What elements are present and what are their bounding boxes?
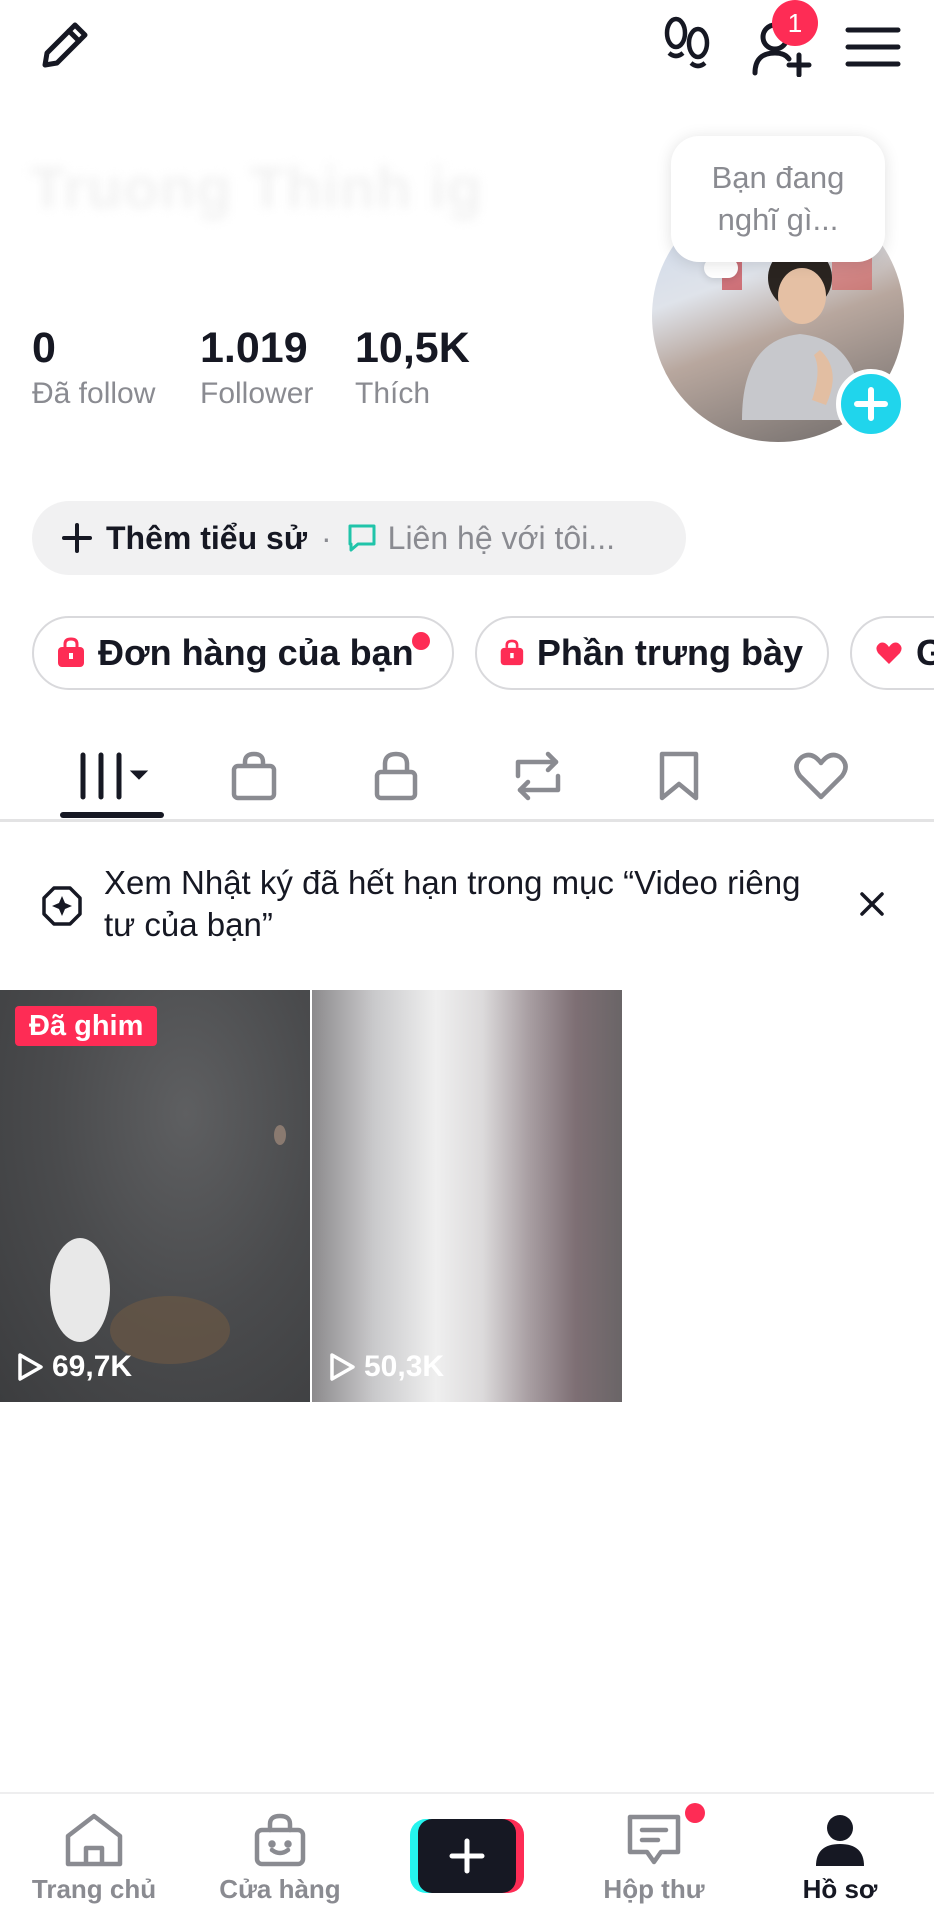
thought-bubble-line2: nghĩ gì... bbox=[717, 202, 839, 237]
profile-name: Truong Thinh ig bbox=[30, 156, 484, 221]
chip-partial[interactable]: G bbox=[850, 616, 934, 690]
create-button[interactable] bbox=[410, 1819, 524, 1893]
repost-icon bbox=[515, 751, 561, 801]
close-icon[interactable] bbox=[858, 890, 886, 918]
nav-home-label: Trang chủ bbox=[31, 1874, 157, 1904]
stat-following-value: 0 bbox=[32, 324, 56, 372]
add-bio-label[interactable]: Thêm tiểu sử bbox=[106, 520, 307, 557]
nav-inbox[interactable]: Hộp thư bbox=[574, 1812, 734, 1905]
video-thumbnail[interactable] bbox=[312, 990, 622, 1402]
contact-label[interactable]: Liên hệ với tôi... bbox=[388, 520, 615, 557]
video-views-count: 50,3K bbox=[364, 1350, 445, 1383]
video-1-preview bbox=[50, 1125, 286, 1364]
video-views: 69,7K bbox=[16, 1350, 132, 1384]
notice-text: Xem Nhật ký đã hết hạn trong mục “Video … bbox=[104, 864, 801, 943]
diary-sparkle-icon bbox=[42, 886, 82, 926]
nav-profile-label: Hồ sơ bbox=[802, 1874, 878, 1904]
tab-liked[interactable] bbox=[750, 728, 892, 824]
shopping-bag-icon bbox=[231, 751, 277, 801]
play-icon bbox=[330, 1353, 355, 1381]
thought-bubble-line1: Bạn đang bbox=[711, 160, 845, 195]
add-avatar-plus-icon[interactable] bbox=[836, 369, 906, 439]
tab-active-indicator bbox=[60, 812, 164, 818]
shopping-bag-icon bbox=[58, 637, 84, 667]
footprints-icon[interactable] bbox=[652, 10, 722, 80]
stat-following-label: Đã follow bbox=[32, 377, 156, 410]
chip-orders-label: Đơn hàng của bạn bbox=[98, 632, 414, 673]
stat-likes-label: Thích bbox=[355, 377, 431, 410]
top-bar: 1 bbox=[0, 0, 934, 90]
chip-partial-label: G bbox=[915, 632, 934, 673]
edit-pencil-icon[interactable] bbox=[30, 10, 100, 80]
play-icon bbox=[18, 1353, 43, 1381]
friends-badge: 1 bbox=[772, 0, 818, 46]
content-tabs bbox=[0, 728, 934, 824]
pinned-badge: Đã ghim bbox=[15, 1006, 158, 1046]
menu-icon[interactable] bbox=[838, 12, 908, 82]
chip-orders[interactable]: Đơn hàng của bạn bbox=[32, 616, 454, 690]
tab-videos[interactable] bbox=[42, 728, 184, 824]
stat-followers-value: 1.019 bbox=[200, 324, 308, 372]
tab-reposts[interactable] bbox=[467, 728, 609, 824]
shopping-bag-icon bbox=[254, 1813, 306, 1867]
video-views-count: 69,7K bbox=[52, 1350, 133, 1383]
thought-bubble[interactable]: Bạn đang nghĩ gì... bbox=[671, 136, 885, 262]
bio-separator: · bbox=[320, 519, 332, 556]
plus-icon bbox=[62, 523, 92, 553]
heart-icon bbox=[794, 752, 848, 800]
nav-shop[interactable]: Cửa hàng bbox=[200, 1812, 360, 1905]
chat-bubble-icon bbox=[348, 524, 376, 552]
bio-pill[interactable]: Thêm tiểu sử · Liên hệ với tôi... bbox=[32, 501, 686, 575]
chip-orders-dot bbox=[412, 632, 430, 650]
nav-inbox-label: Hộp thư bbox=[603, 1874, 705, 1904]
video-thumbnail[interactable] bbox=[0, 990, 310, 1402]
shopping-bag-icon bbox=[500, 639, 524, 666]
chip-showcase-label: Phần trưng bày bbox=[536, 632, 803, 673]
chip-showcase[interactable]: Phần trưng bày bbox=[475, 616, 829, 690]
inbox-notification-dot bbox=[685, 1803, 705, 1823]
home-icon bbox=[65, 1813, 123, 1867]
stat-following[interactable]: 0 Đã follow bbox=[32, 322, 155, 414]
sparkle-heart-icon bbox=[876, 642, 902, 664]
stat-likes[interactable]: 10,5K Thích bbox=[355, 322, 470, 414]
tab-favorites[interactable] bbox=[608, 728, 750, 824]
stat-followers[interactable]: 1.019 Follower bbox=[200, 322, 313, 414]
video-views: 50,3K bbox=[328, 1350, 444, 1384]
inbox-message-icon bbox=[627, 1814, 681, 1865]
plus-icon bbox=[449, 1838, 485, 1874]
stat-likes-value: 10,5K bbox=[355, 324, 470, 372]
nav-profile[interactable]: Hồ sơ bbox=[760, 1812, 920, 1905]
bookmark-icon bbox=[659, 751, 699, 801]
nav-shop-label: Cửa hàng bbox=[219, 1874, 341, 1904]
tab-shop[interactable] bbox=[183, 728, 325, 824]
lock-icon bbox=[374, 751, 418, 801]
profile-person-icon bbox=[816, 1815, 864, 1866]
tab-private[interactable] bbox=[325, 728, 467, 824]
nav-home[interactable]: Trang chủ bbox=[14, 1812, 174, 1905]
stat-followers-label: Follower bbox=[200, 377, 314, 410]
